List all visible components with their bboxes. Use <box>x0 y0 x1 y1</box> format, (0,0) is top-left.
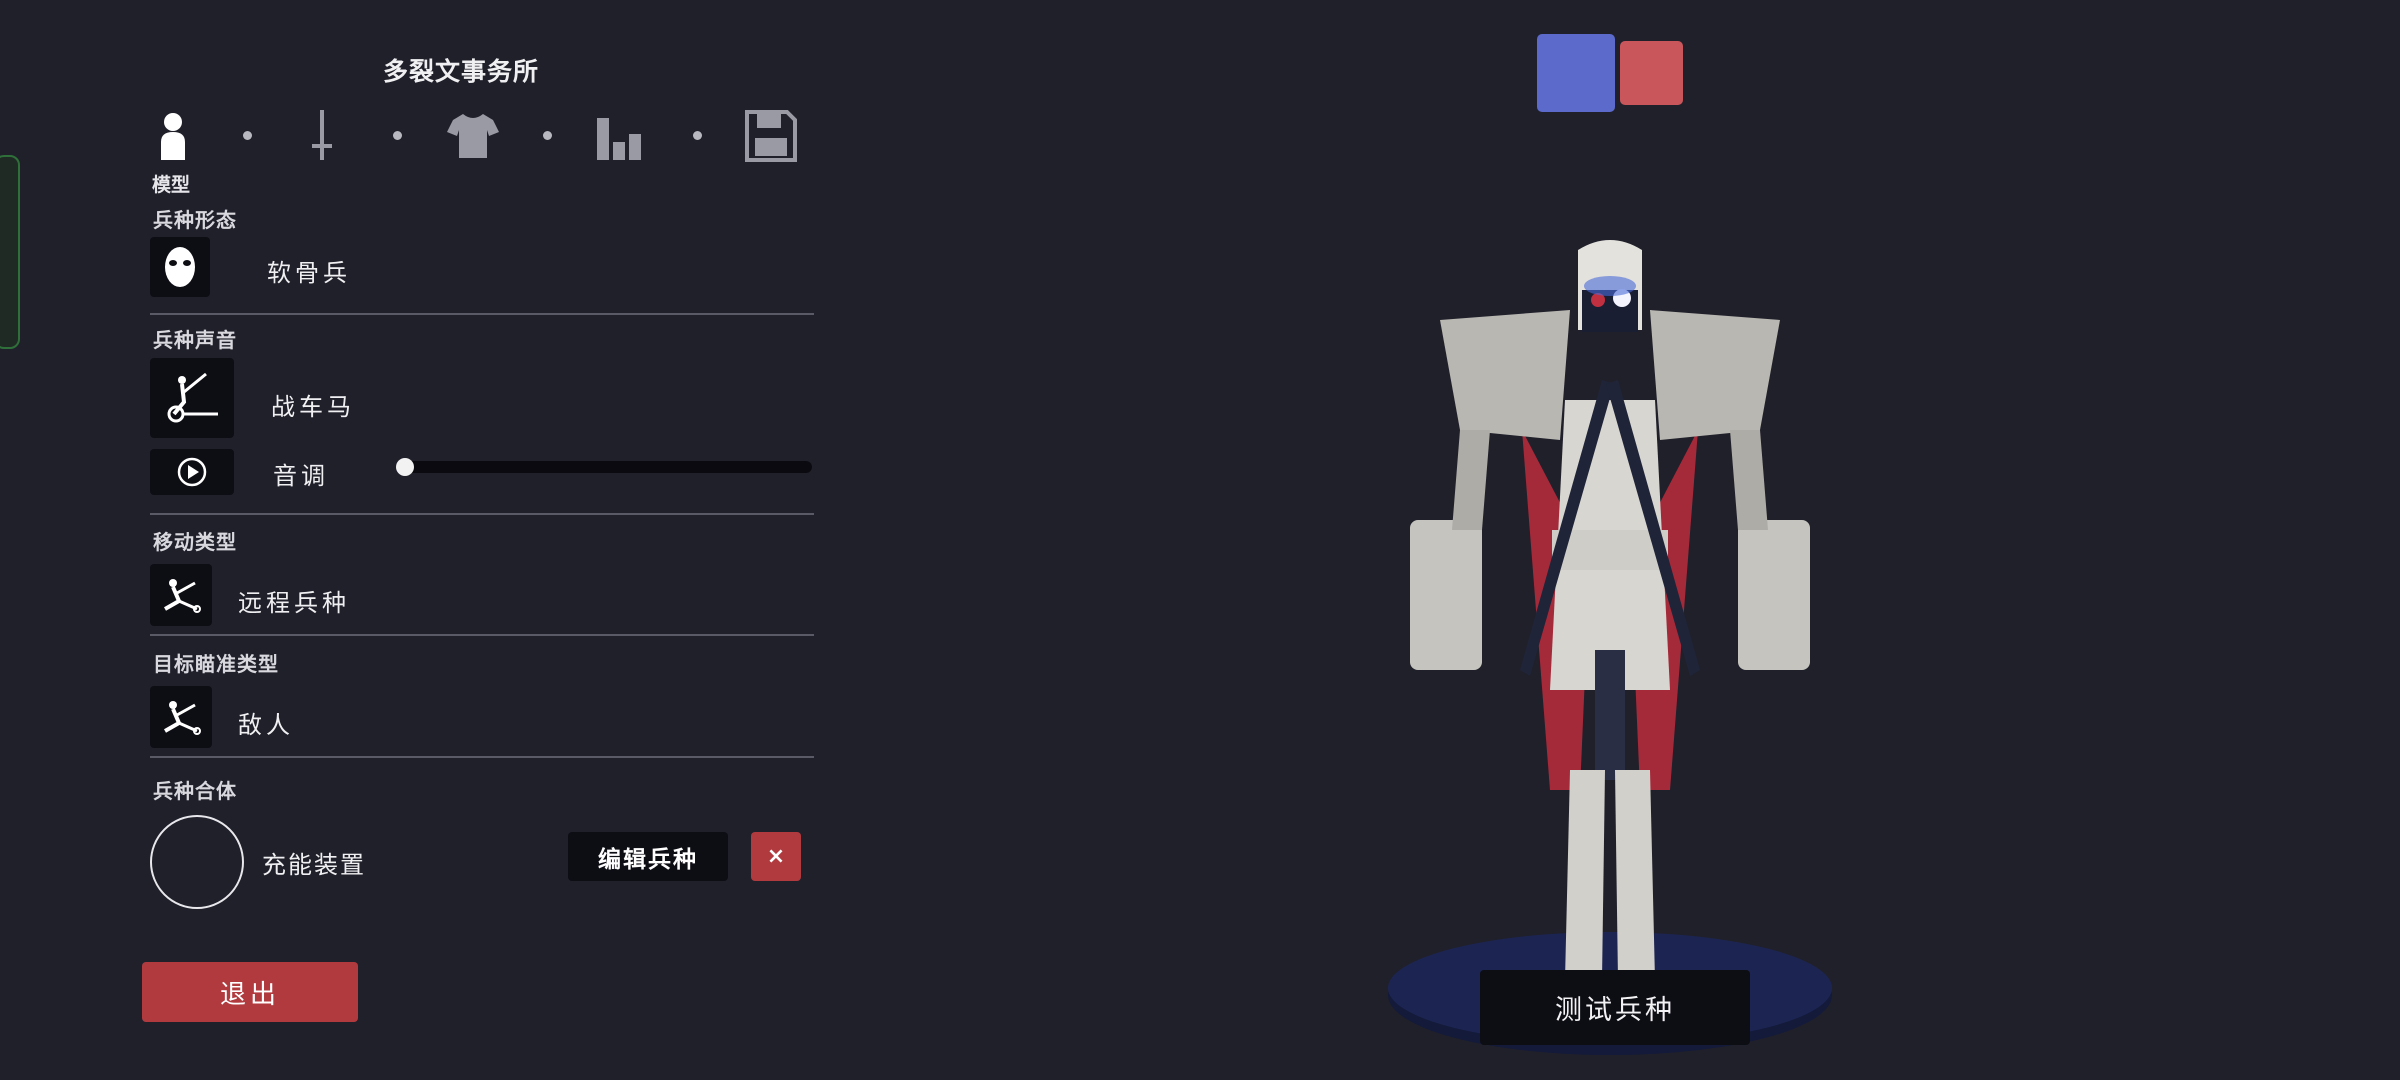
step-separator <box>243 131 252 140</box>
close-icon[interactable]: × <box>751 832 801 881</box>
divider <box>150 634 814 636</box>
step-separator <box>693 131 702 140</box>
pitch-slider[interactable] <box>400 461 812 473</box>
divider <box>150 313 814 315</box>
section-label-voice: 兵种声音 <box>153 328 237 352</box>
team-red-swatch[interactable] <box>1620 41 1683 105</box>
pitch-slider-handle[interactable] <box>396 458 414 476</box>
test-unit-button[interactable]: 测试兵种 <box>1480 970 1750 1045</box>
save-icon[interactable] <box>743 108 799 164</box>
voice-value: 战车马 <box>271 393 355 421</box>
step-label-model: 模型 <box>152 174 191 196</box>
unit-preview <box>1388 240 1832 1055</box>
chariot-icon[interactable] <box>150 358 234 438</box>
section-label-form: 兵种形态 <box>153 208 237 232</box>
unit-pose-icon[interactable] <box>150 686 212 748</box>
exit-button[interactable]: 退出 <box>142 962 358 1022</box>
side-panel-tab[interactable] <box>0 155 20 349</box>
team-blue-swatch[interactable] <box>1537 34 1615 112</box>
section-label-movement: 移动类型 <box>153 530 237 554</box>
section-label-targeting: 目标瞄准类型 <box>153 652 279 676</box>
movement-value: 远程兵种 <box>238 589 350 617</box>
mask-icon[interactable] <box>150 237 210 297</box>
bar-chart-icon[interactable] <box>593 108 649 164</box>
combine-slot[interactable] <box>150 815 244 909</box>
person-icon[interactable] <box>145 108 201 164</box>
edit-unit-button[interactable]: 编辑兵种 <box>568 832 728 881</box>
step-separator <box>393 131 402 140</box>
shirt-icon[interactable] <box>445 108 501 164</box>
step-separator <box>543 131 552 140</box>
play-icon[interactable] <box>150 449 234 495</box>
sword-icon[interactable] <box>294 108 350 164</box>
page-title: 多裂文事务所 <box>383 57 540 86</box>
pitch-label: 音调 <box>273 462 329 490</box>
combine-value: 充能装置 <box>262 851 366 879</box>
section-label-combine: 兵种合体 <box>153 779 237 803</box>
unit-pose-icon[interactable] <box>150 564 212 626</box>
divider <box>150 513 814 515</box>
form-value: 软骨兵 <box>267 259 351 287</box>
divider <box>150 756 814 758</box>
targeting-value: 敌人 <box>238 711 294 739</box>
